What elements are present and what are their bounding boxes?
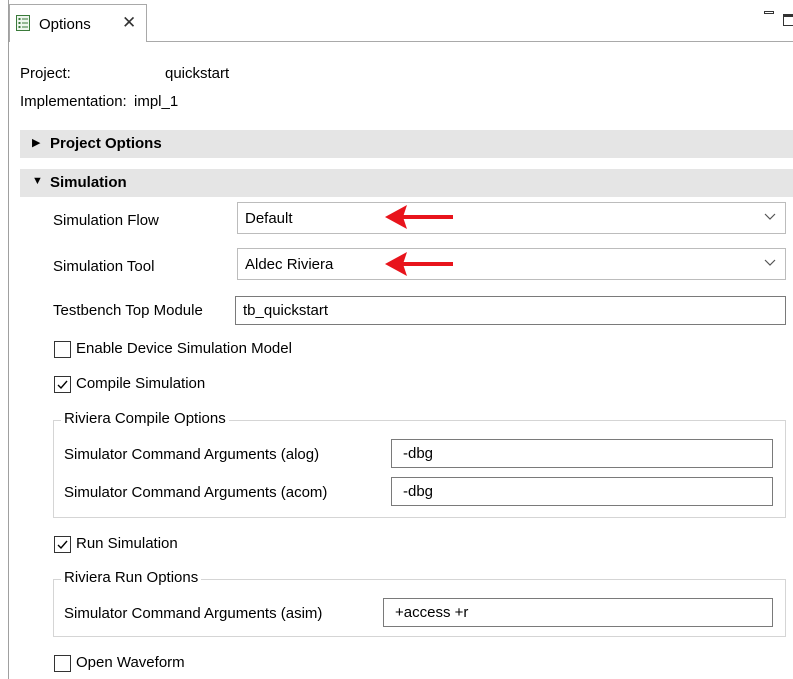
riviera-run-options-title: Riviera Run Options <box>61 569 202 586</box>
testbench-top-module-input[interactable]: tb_quickstart <box>235 296 786 325</box>
expand-arrow-icon: ▶ <box>32 137 41 149</box>
tab-options[interactable]: Options ✕ <box>9 4 147 42</box>
asim-arguments-label: Simulator Command Arguments (asim) <box>64 605 323 622</box>
simulation-flow-select[interactable]: Default <box>237 202 786 234</box>
compile-simulation-checkbox[interactable] <box>54 376 71 393</box>
alog-arguments-input[interactable]: -dbg <box>391 439 773 468</box>
red-annotation-arrow-icon <box>385 205 453 229</box>
acom-arguments-label: Simulator Command Arguments (acom) <box>64 484 328 501</box>
run-simulation-checkbox[interactable] <box>54 536 71 553</box>
open-waveform-checkbox[interactable] <box>54 655 71 672</box>
asim-arguments-input[interactable]: +access +r <box>383 598 773 627</box>
implementation-label: Implementation: <box>20 93 127 110</box>
acom-arguments-input[interactable]: -dbg <box>391 477 773 506</box>
enable-device-simulation-model-label: Enable Device Simulation Model <box>76 340 292 357</box>
close-icon[interactable]: ✕ <box>122 13 136 33</box>
section-project-options-title: Project Options <box>50 135 162 152</box>
simulation-flow-label: Simulation Flow <box>53 212 159 229</box>
project-label: Project: <box>20 65 71 82</box>
section-project-options[interactable]: ▶ Project Options <box>20 130 793 158</box>
chevron-down-icon <box>764 213 776 220</box>
alog-arguments-value: -dbg <box>403 445 434 462</box>
section-simulation[interactable]: ▼ Simulation <box>20 169 793 197</box>
chevron-down-icon <box>764 259 776 266</box>
riviera-compile-options-title: Riviera Compile Options <box>61 410 229 427</box>
minimize-icon[interactable] <box>764 11 774 14</box>
collapse-arrow-icon: ▼ <box>32 175 43 187</box>
project-value: quickstart <box>165 65 230 82</box>
simulation-tool-select[interactable]: Aldec Riviera <box>237 248 786 280</box>
enable-device-simulation-model-checkbox[interactable] <box>54 341 71 358</box>
testbench-top-module-value: tb_quickstart <box>243 302 329 319</box>
red-annotation-arrow-icon <box>385 252 453 276</box>
tab-bar-divider <box>147 41 793 42</box>
acom-arguments-value: -dbg <box>403 483 434 500</box>
simulation-tool-label: Simulation Tool <box>53 258 155 275</box>
implementation-value: impl_1 <box>134 93 179 110</box>
run-simulation-label: Run Simulation <box>76 535 178 552</box>
compile-simulation-label: Compile Simulation <box>76 375 206 392</box>
options-list-icon <box>16 15 30 31</box>
asim-arguments-value: +access +r <box>395 604 469 621</box>
checkmark-icon <box>57 540 68 550</box>
simulation-flow-value: Default <box>245 210 293 227</box>
section-simulation-title: Simulation <box>50 174 127 191</box>
tab-options-label: Options <box>39 16 91 33</box>
window-left-border <box>8 0 9 679</box>
alog-arguments-label: Simulator Command Arguments (alog) <box>64 446 320 463</box>
open-waveform-label: Open Waveform <box>76 654 185 671</box>
simulation-tool-value: Aldec Riviera <box>245 256 334 273</box>
checkmark-icon <box>57 380 68 390</box>
tab-bar: Options ✕ <box>9 0 793 44</box>
maximize-icon[interactable] <box>783 14 793 26</box>
testbench-top-module-label: Testbench Top Module <box>53 302 203 319</box>
